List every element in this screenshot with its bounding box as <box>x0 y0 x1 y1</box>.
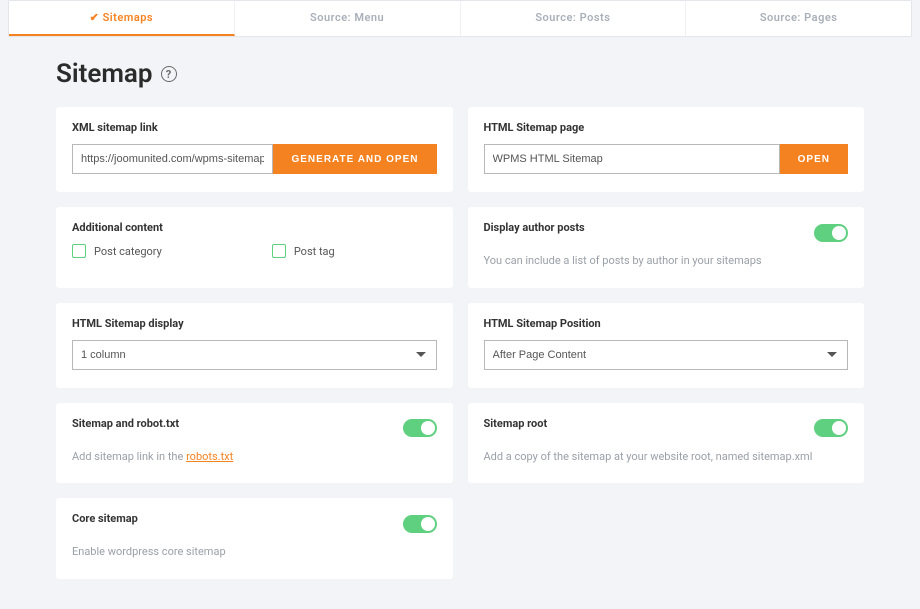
position-label: HTML Sitemap Position <box>484 317 849 330</box>
display-select[interactable]: 1 column <box>72 340 437 370</box>
robot-desc: Add sitemap link in the robots.txt <box>72 448 437 466</box>
card-robot: Sitemap and robot.txt Add sitemap link i… <box>56 403 453 484</box>
xml-input[interactable] <box>72 144 273 174</box>
card-xml-sitemap: XML sitemap link Generate and Open <box>56 107 453 192</box>
card-additional: Additional content Post category Post ta… <box>56 207 453 288</box>
tab-sitemaps[interactable]: ✔ Sitemaps <box>9 1 235 36</box>
open-button[interactable]: Open <box>780 144 848 174</box>
tabs-bar: ✔ Sitemaps Source: Menu Source: Posts So… <box>8 0 912 37</box>
author-desc: You can include a list of posts by autho… <box>484 252 849 270</box>
root-desc: Add a copy of the sitemap at your websit… <box>484 448 849 466</box>
card-html-sitemap-page: HTML Sitemap page WPMS HTML Sitemap Open <box>468 107 865 192</box>
toggle-root[interactable] <box>814 419 848 437</box>
card-author: Display author posts You can include a l… <box>468 207 865 288</box>
toggle-robot[interactable] <box>403 419 437 437</box>
help-icon[interactable]: ? <box>161 66 177 82</box>
toggle-core[interactable] <box>403 515 437 533</box>
tab-source-posts[interactable]: Source: Posts <box>461 1 687 36</box>
card-position: HTML Sitemap Position After Page Content <box>468 303 865 388</box>
robots-link[interactable]: robots.txt <box>186 450 233 463</box>
page-title: Sitemap <box>56 59 153 89</box>
htmlpage-select[interactable]: WPMS HTML Sitemap <box>484 144 780 174</box>
tab-source-menu[interactable]: Source: Menu <box>235 1 461 36</box>
toggle-author[interactable] <box>814 224 848 242</box>
position-select[interactable]: After Page Content <box>484 340 849 370</box>
additional-label: Additional content <box>72 221 437 234</box>
xml-label: XML sitemap link <box>72 121 437 134</box>
author-label: Display author posts <box>484 221 585 234</box>
display-label: HTML Sitemap display <box>72 317 437 330</box>
htmlpage-label: HTML Sitemap page <box>484 121 849 134</box>
core-label: Core sitemap <box>72 512 138 525</box>
checkbox-post-tag[interactable]: Post tag <box>272 244 335 258</box>
root-label: Sitemap root <box>484 417 548 430</box>
core-desc: Enable wordpress core sitemap <box>72 543 437 561</box>
card-root: Sitemap root Add a copy of the sitemap a… <box>468 403 865 484</box>
card-display: HTML Sitemap display 1 column <box>56 303 453 388</box>
checkbox-post-category[interactable]: Post category <box>72 244 162 258</box>
generate-open-button[interactable]: Generate and Open <box>273 144 436 174</box>
card-core: Core sitemap Enable wordpress core sitem… <box>56 498 453 579</box>
tab-source-pages[interactable]: Source: Pages <box>686 1 911 36</box>
robot-label: Sitemap and robot.txt <box>72 417 179 430</box>
